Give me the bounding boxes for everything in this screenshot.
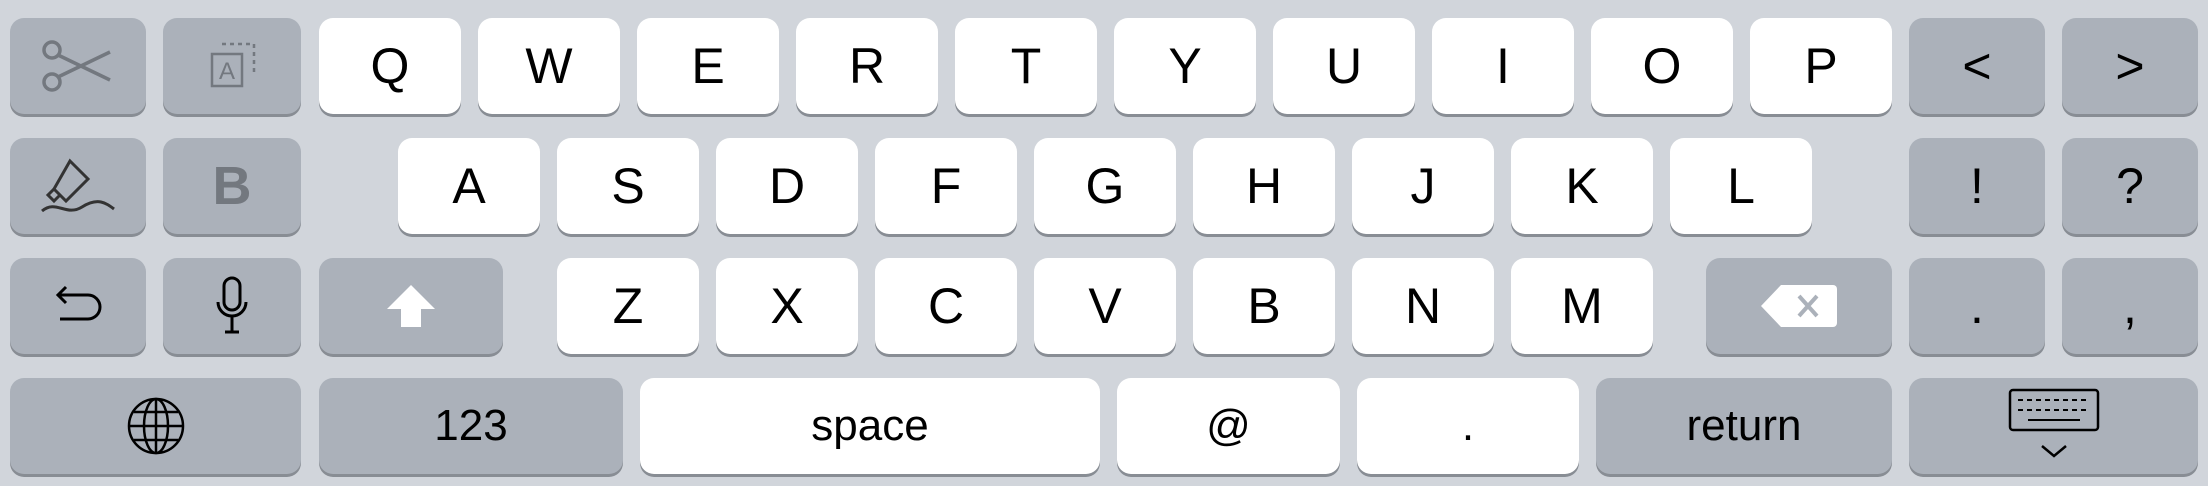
key-i[interactable]: I [1432, 18, 1574, 114]
key-g[interactable]: G [1034, 138, 1176, 234]
key-t[interactable]: T [955, 18, 1097, 114]
globe-icon [127, 397, 184, 455]
key-y[interactable]: Y [1114, 18, 1256, 114]
cut-key[interactable] [10, 18, 146, 114]
key-z[interactable]: Z [557, 258, 699, 354]
key-s[interactable]: S [557, 138, 699, 234]
shift-arrow-icon [387, 285, 435, 327]
key-w[interactable]: W [478, 18, 620, 114]
dictation-key[interactable] [163, 258, 301, 354]
key-e[interactable]: E [637, 18, 779, 114]
comma-key[interactable]: , [2062, 258, 2198, 354]
shift-key[interactable] [319, 258, 503, 354]
undo-icon [55, 285, 102, 321]
cursor-right-key[interactable]: > [2062, 18, 2198, 114]
space-key[interactable]: space [640, 378, 1100, 474]
key-x[interactable]: X [716, 258, 858, 354]
key-f[interactable]: F [875, 138, 1017, 234]
key-n[interactable]: N [1352, 258, 1494, 354]
svg-text:A: A [219, 58, 235, 85]
key-l[interactable]: L [1670, 138, 1812, 234]
return-key[interactable]: return [1596, 378, 1892, 474]
text-box-icon: A [210, 42, 256, 88]
key-m[interactable]: M [1511, 258, 1653, 354]
backspace-key[interactable] [1706, 258, 1892, 354]
numbers-key[interactable]: 123 [319, 378, 623, 474]
key-h[interactable]: H [1193, 138, 1335, 234]
scissors-icon [42, 40, 111, 92]
key-k[interactable]: K [1511, 138, 1653, 234]
key-u[interactable]: U [1273, 18, 1415, 114]
backspace-icon [1761, 285, 1837, 327]
key-o[interactable]: O [1591, 18, 1733, 114]
cursor-left-key[interactable]: < [1909, 18, 2045, 114]
keyboard-hide-icon [2008, 388, 2099, 458]
globe-key[interactable] [10, 378, 301, 474]
question-key[interactable]: ? [2062, 138, 2198, 234]
highlighter-icon [41, 158, 115, 213]
highlight-key[interactable] [10, 138, 146, 234]
undo-key[interactable] [10, 258, 146, 354]
microphone-icon [216, 276, 248, 334]
exclaim-key[interactable]: ! [1909, 138, 2045, 234]
bold-key[interactable]: B [163, 138, 301, 234]
dismiss-keyboard-key[interactable] [1909, 378, 2198, 474]
period-key[interactable]: . [1909, 258, 2045, 354]
key-v[interactable]: V [1034, 258, 1176, 354]
key-r[interactable]: R [796, 18, 938, 114]
key-d[interactable]: D [716, 138, 858, 234]
key-b[interactable]: B [1193, 258, 1335, 354]
key-a[interactable]: A [398, 138, 540, 234]
key-p[interactable]: P [1750, 18, 1892, 114]
key-q[interactable]: Q [319, 18, 461, 114]
format-key[interactable]: A [163, 18, 301, 114]
key-j[interactable]: J [1352, 138, 1494, 234]
key-c[interactable]: C [875, 258, 1017, 354]
dot-key[interactable]: . [1357, 378, 1579, 474]
at-key[interactable]: @ [1117, 378, 1340, 474]
